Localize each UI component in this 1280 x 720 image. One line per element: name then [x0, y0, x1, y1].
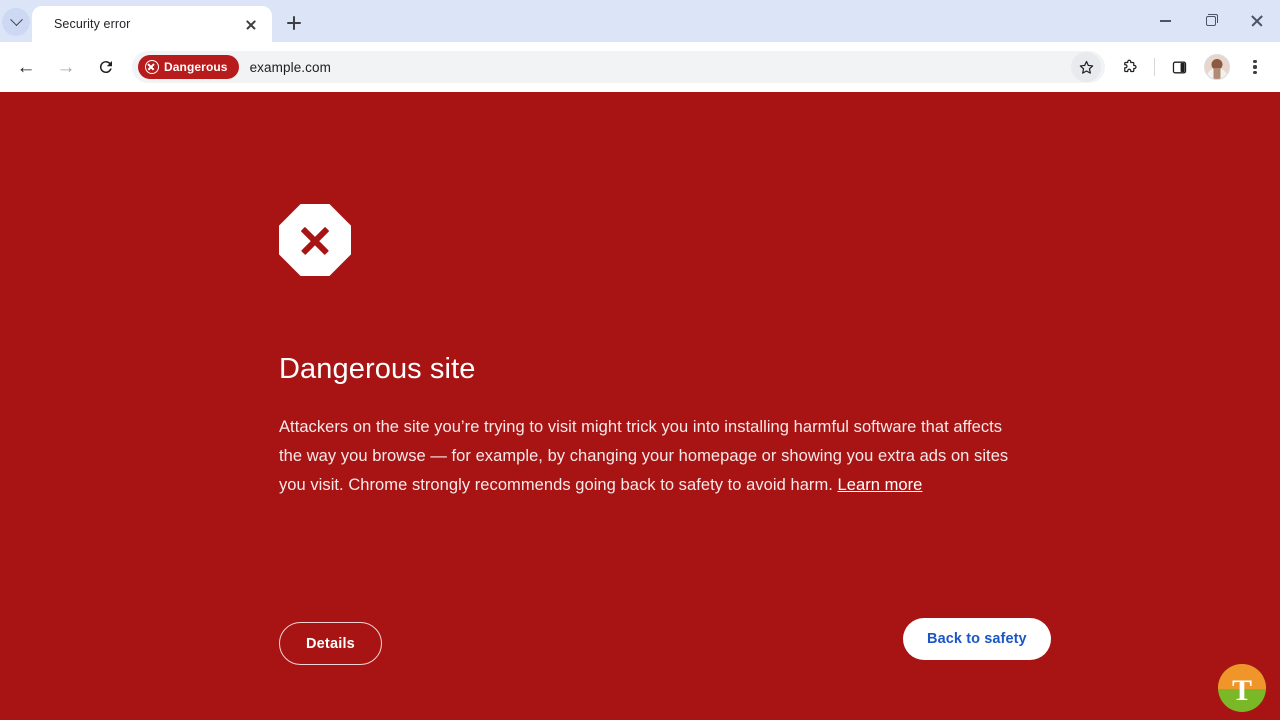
browser-window: Security error ← → Dangerous example.com… — [0, 0, 1280, 720]
tab-title: Security error — [54, 17, 131, 31]
bookmark-button[interactable] — [1071, 52, 1101, 82]
security-status-badge[interactable]: Dangerous — [138, 55, 239, 79]
arrow-right-icon: → — [56, 56, 76, 78]
page-content: Dangerous site Attackers on the site you… — [0, 92, 1280, 720]
avatar — [1204, 54, 1230, 80]
minimize-button[interactable] — [1142, 0, 1188, 42]
address-bar[interactable]: Dangerous example.com — [132, 51, 1105, 83]
details-button[interactable]: Details — [279, 622, 382, 665]
tab-strip: Security error — [0, 0, 1280, 42]
extensions-button[interactable] — [1114, 51, 1146, 83]
back-to-safety-button[interactable]: Back to safety — [903, 618, 1051, 660]
close-icon — [1251, 15, 1263, 27]
chevron-down-icon — [9, 12, 23, 26]
side-panel-icon — [1172, 61, 1186, 73]
arrow-left-icon: ← — [16, 56, 36, 78]
side-panel-button[interactable] — [1163, 51, 1195, 83]
profile-button[interactable] — [1201, 51, 1233, 83]
octagon-error-icon — [279, 204, 351, 276]
watermark-logo: T — [1218, 664, 1266, 712]
browser-tab[interactable]: Security error — [32, 6, 272, 42]
interstitial-actions: Details Back to safety — [279, 618, 1280, 682]
chrome-menu-button[interactable] — [1239, 51, 1271, 83]
restore-icon — [1206, 13, 1218, 26]
security-interstitial: Dangerous site Attackers on the site you… — [0, 92, 1280, 500]
maximize-button[interactable] — [1188, 0, 1234, 42]
url-text: example.com — [249, 59, 331, 75]
window-controls — [1142, 0, 1280, 42]
new-tab-button[interactable] — [280, 9, 308, 37]
watermark-letter: T — [1231, 673, 1252, 707]
forward-button[interactable]: → — [50, 51, 82, 83]
three-dots-icon — [1253, 59, 1257, 75]
reload-button[interactable] — [90, 51, 122, 83]
browser-toolbar: ← → Dangerous example.com — [0, 42, 1280, 92]
warning-description: Attackers on the site you’re trying to v… — [279, 413, 1021, 500]
security-status-label: Dangerous — [164, 60, 228, 74]
learn-more-link[interactable]: Learn more — [838, 476, 923, 494]
close-window-button[interactable] — [1234, 0, 1280, 42]
toolbar-divider — [1154, 58, 1155, 76]
x-mark-icon — [298, 223, 332, 257]
circle-x-icon — [145, 60, 159, 74]
close-icon[interactable] — [240, 13, 262, 35]
star-icon — [1079, 60, 1093, 74]
avatar-body — [1206, 68, 1228, 79]
tab-search-button[interactable] — [2, 8, 30, 36]
page-title: Dangerous site — [279, 353, 476, 385]
reload-icon — [99, 61, 112, 74]
minimize-icon — [1159, 20, 1171, 22]
back-button[interactable]: ← — [10, 51, 42, 83]
puzzle-piece-icon — [1124, 59, 1137, 73]
